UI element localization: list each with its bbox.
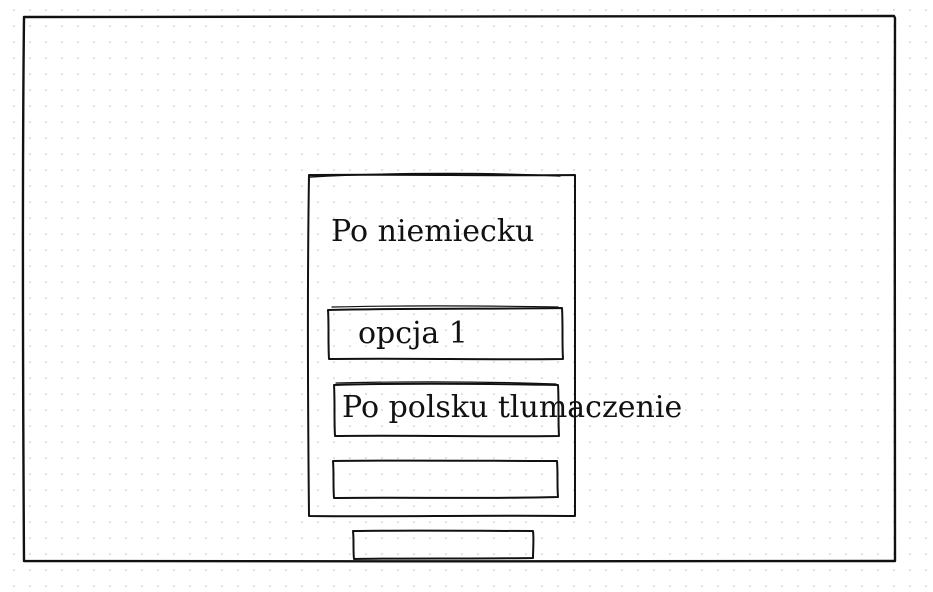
card-title: Po niemiecku [331,214,535,249]
option-label: opcja 1 [358,316,468,351]
option-label: Po polsku tlumaczenie [342,390,683,425]
option-button-2[interactable]: Po polsku tlumaczenie [334,385,682,436]
option-button-1[interactable]: opcja 1 [328,308,563,359]
option-button-3[interactable] [333,461,558,498]
action-button[interactable] [353,531,533,559]
wireframe-canvas: Po niemiecku opcja 1 Po polsku tlumaczen… [0,0,933,592]
